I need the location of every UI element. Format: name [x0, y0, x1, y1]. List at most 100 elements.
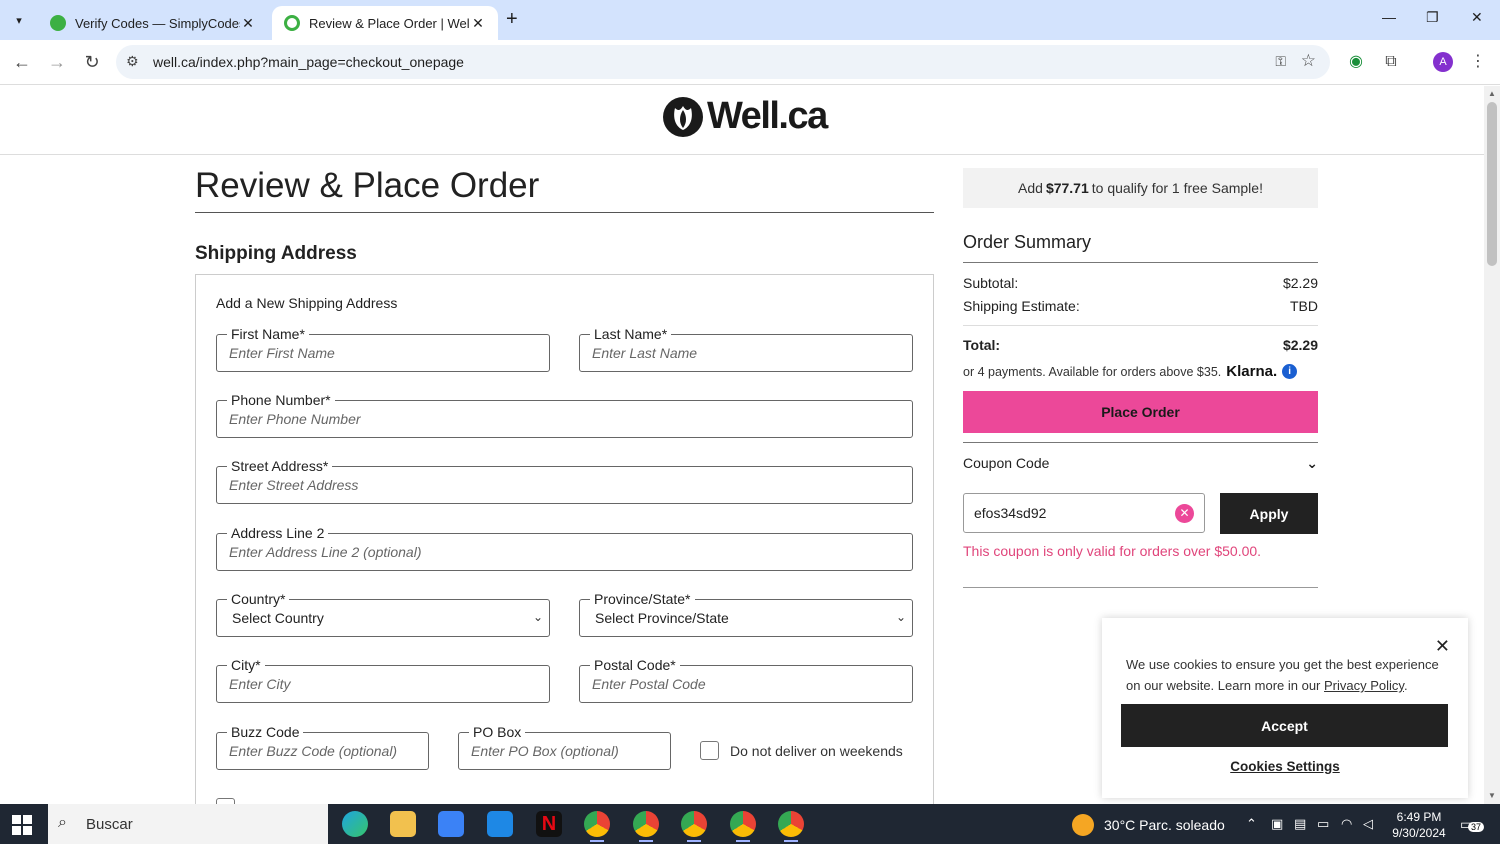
- volume-icon[interactable]: ◁: [1363, 816, 1373, 832]
- weather-widget[interactable]: 30°C Parc. soleado: [1072, 814, 1225, 836]
- field-label: Province/State*: [590, 591, 695, 607]
- forward-icon[interactable]: →: [45, 50, 69, 74]
- chrome-icon[interactable]: [778, 811, 804, 842]
- field-label: Buzz Code: [227, 724, 304, 740]
- tab-simplycodes[interactable]: Verify Codes — SimplyCodes ✕: [38, 6, 268, 40]
- battery-icon[interactable]: ▭: [1317, 816, 1329, 832]
- postal-code-field[interactable]: Postal Code* Enter Postal Code: [579, 657, 913, 703]
- last-name-field[interactable]: Last Name* Enter Last Name: [579, 326, 913, 372]
- back-icon[interactable]: ←: [10, 50, 34, 74]
- well-favicon-icon: [284, 15, 300, 31]
- field-label: Street Address*: [227, 458, 333, 474]
- cookie-message: We use cookies to ensure you get the bes…: [1126, 657, 1439, 693]
- extensions-puzzle-icon[interactable]: ⧉: [1381, 52, 1401, 72]
- city-field[interactable]: City* Enter City: [216, 657, 550, 703]
- tray-chevron-up-icon[interactable]: ⌃: [1246, 816, 1257, 832]
- profile-avatar[interactable]: A: [1433, 52, 1453, 72]
- tab-close-icon[interactable]: ✕: [240, 15, 256, 32]
- total-label: Total:: [963, 337, 1001, 353]
- url-text[interactable]: well.ca/index.php?main_page=checkout_one…: [153, 54, 464, 70]
- partly-sunny-icon: [1072, 814, 1094, 836]
- tab-search-menu-icon[interactable]: ▾: [6, 8, 32, 32]
- info-icon[interactable]: i: [1282, 364, 1298, 379]
- scrollbar-thumb[interactable]: [1487, 102, 1497, 266]
- clear-coupon-icon[interactable]: ✕: [1175, 504, 1194, 523]
- country-select[interactable]: Country* Select Country ⌄: [216, 591, 550, 637]
- windows-taskbar: ⌕ Buscar N 30°C Parc. soleado ⌃ ▣ ▤ ▭ ◠ …: [0, 804, 1500, 844]
- address-bar[interactable]: ⚙ well.ca/index.php?main_page=checkout_o…: [116, 45, 1330, 79]
- chrome-icon[interactable]: [584, 811, 610, 842]
- notifications-icon[interactable]: ▭ 37: [1460, 816, 1485, 833]
- province-select[interactable]: Province/State* Select Province/State ⌄: [579, 591, 913, 637]
- summary-divider: [963, 262, 1318, 263]
- po-box-field[interactable]: PO Box Enter PO Box (optional): [458, 724, 671, 770]
- mail-icon[interactable]: [487, 811, 513, 837]
- buzz-code-field[interactable]: Buzz Code Enter Buzz Code (optional): [216, 724, 429, 770]
- page-title: Review & Place Order: [195, 166, 540, 205]
- weekend-delivery-checkbox[interactable]: [700, 741, 719, 760]
- phone-number-field[interactable]: Phone Number* Enter Phone Number: [216, 392, 913, 438]
- scroll-up-icon[interactable]: ▲: [1488, 89, 1496, 98]
- tulip-logo-icon: [663, 96, 703, 137]
- chrome-icon[interactable]: [681, 811, 707, 842]
- tab-title: Review & Place Order | Well.ca: [309, 15, 470, 31]
- taskbar-clock[interactable]: 6:49 PM 9/30/2024: [1384, 809, 1454, 841]
- minimize-icon[interactable]: —: [1382, 9, 1396, 25]
- privacy-policy-link[interactable]: Privacy Policy: [1324, 678, 1404, 693]
- chevron-down-icon: ⌄: [895, 610, 906, 624]
- meet-now-icon[interactable]: ▣: [1271, 816, 1283, 832]
- file-explorer-icon[interactable]: [390, 811, 416, 837]
- street-address-field[interactable]: Street Address* Enter Street Address: [216, 458, 913, 504]
- cookie-settings-link[interactable]: Cookies Settings: [1102, 759, 1468, 774]
- notification-count: 37: [1468, 822, 1485, 832]
- site-info-icon[interactable]: ⚙: [126, 53, 139, 70]
- microsoft-store-icon[interactable]: [438, 811, 464, 837]
- weekend-delivery-label: Do not deliver on weekends: [730, 743, 903, 759]
- restore-icon[interactable]: ❐: [1426, 9, 1439, 26]
- shipping-section-title: Shipping Address: [195, 243, 357, 264]
- first-name-field[interactable]: First Name* Enter First Name: [216, 326, 550, 372]
- total-value: $2.29: [1282, 337, 1318, 353]
- chevron-down-icon: ⌄: [532, 610, 543, 624]
- scroll-down-icon[interactable]: ▼: [1488, 791, 1496, 800]
- address-line-2-field[interactable]: Address Line 2 Enter Address Line 2 (opt…: [216, 525, 913, 571]
- tab-close-icon[interactable]: ✕: [470, 15, 486, 32]
- page-scrollbar[interactable]: ▲ ▼: [1484, 86, 1500, 804]
- new-tab-icon[interactable]: +: [506, 8, 518, 31]
- field-placeholder: Enter Postal Code: [592, 676, 706, 692]
- chrome-icon[interactable]: [730, 811, 756, 842]
- password-key-icon[interactable]: ⚿: [1275, 53, 1286, 70]
- field-placeholder: Enter City: [229, 676, 291, 692]
- field-placeholder: Enter Phone Number: [229, 411, 361, 427]
- tab-well-checkout[interactable]: Review & Place Order | Well.ca ✕: [272, 6, 498, 40]
- shipping-estimate-row: Shipping Estimate: TBD: [963, 298, 1318, 314]
- windows-start-icon[interactable]: [12, 815, 32, 835]
- apply-coupon-button[interactable]: Apply: [1220, 493, 1318, 534]
- chevron-down-icon: ⌄: [1306, 455, 1318, 471]
- extension-simplycodes-icon[interactable]: ◉: [1346, 52, 1366, 72]
- title-divider: [195, 212, 934, 213]
- edge-icon[interactable]: [342, 811, 368, 837]
- browser-menu-icon[interactable]: ⋮: [1468, 52, 1488, 72]
- field-label: Address Line 2: [227, 525, 329, 541]
- accept-cookies-button[interactable]: Accept: [1121, 704, 1448, 747]
- tray-app-icon[interactable]: ▤: [1294, 816, 1306, 832]
- bookmark-star-icon[interactable]: ☆: [1301, 51, 1316, 71]
- tab-title: Verify Codes — SimplyCodes: [75, 15, 240, 31]
- netflix-icon[interactable]: N: [536, 811, 562, 837]
- taskbar-search[interactable]: ⌕ Buscar: [48, 804, 328, 844]
- well-logo[interactable]: Well.ca: [662, 95, 828, 138]
- clock-date: 9/30/2024: [1392, 826, 1446, 840]
- field-label: First Name*: [227, 326, 309, 342]
- chrome-icon[interactable]: [633, 811, 659, 842]
- klarna-logo: Klarna.: [1226, 363, 1278, 380]
- window-close-icon[interactable]: ✕: [1471, 9, 1483, 26]
- reload-icon[interactable]: ↻: [80, 50, 104, 74]
- wifi-icon[interactable]: ◠: [1341, 816, 1352, 832]
- place-order-button[interactable]: Place Order: [963, 391, 1318, 433]
- coupon-code-toggle[interactable]: Coupon Code ⌄: [963, 455, 1318, 472]
- coupon-code-input[interactable]: efos34sd92 ✕: [963, 493, 1205, 533]
- field-placeholder: Enter Address Line 2 (optional): [229, 544, 422, 560]
- browser-tab-bar: ▾ Verify Codes — SimplyCodes ✕ Review & …: [0, 0, 1500, 40]
- coupon-value: efos34sd92: [974, 505, 1047, 521]
